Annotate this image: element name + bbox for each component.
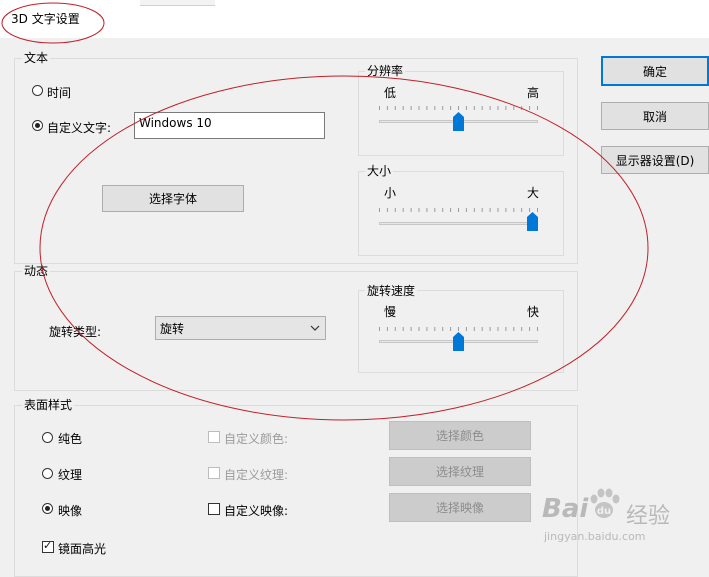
rotation-speed-ticks (379, 327, 538, 331)
rotation-speed-thumb[interactable] (453, 332, 464, 351)
svg-text:du: du (597, 506, 611, 517)
choose-reflection-button[interactable]: 选择映像 (389, 493, 531, 522)
resolution-max-label: 高 (527, 86, 540, 100)
watermark-brand2: 经验 (626, 504, 671, 529)
choose-texture-button[interactable]: 选择纹理 (389, 457, 531, 486)
size-thumb[interactable] (527, 212, 538, 231)
size-min-label: 小 (384, 186, 397, 200)
rotation-type-value: 旋转 (160, 322, 185, 336)
choose-font-button[interactable]: 选择字体 (102, 185, 244, 212)
custom-text-input[interactable]: Windows 10 (134, 112, 325, 139)
custom-text-radio[interactable] (32, 120, 43, 131)
rotation-type-label: 旋转类型: (49, 325, 102, 339)
resolution-thumb[interactable] (453, 112, 464, 131)
custom-texture-label: 自定义纹理: (224, 468, 289, 482)
ok-button[interactable]: 确定 (601, 56, 709, 86)
size-label: 大小 (365, 164, 394, 178)
rotation-type-select[interactable]: 旋转 (155, 316, 326, 340)
solid-radio-label: 纯色 (58, 432, 83, 446)
specular-checkbox[interactable] (42, 539, 54, 553)
time-radio[interactable] (32, 85, 43, 96)
custom-text-radio-label: 自定义文字: (47, 121, 112, 135)
watermark-url: jingyan.baidu.com (544, 530, 646, 543)
motion-group-label: 动态 (22, 264, 51, 278)
reflection-radio-label: 映像 (58, 504, 83, 518)
cancel-button[interactable]: 取消 (601, 102, 709, 130)
rotation-speed-label: 旋转速度 (365, 284, 418, 298)
resolution-ticks (379, 106, 538, 110)
window-title: 3D 文字设置 (11, 12, 80, 26)
custom-color-label: 自定义颜色: (224, 432, 289, 446)
paw-icon: du (590, 488, 620, 518)
size-max-label: 大 (527, 186, 540, 200)
choose-color-button[interactable]: 选择颜色 (389, 421, 531, 450)
surface-group-label: 表面样式 (22, 398, 75, 412)
custom-reflection-checkbox[interactable] (208, 503, 220, 515)
text-group-label: 文本 (22, 51, 51, 65)
watermark-brand-text: Bai (542, 494, 589, 524)
specular-checkbox-label: 镜面高光 (58, 542, 107, 556)
size-ticks (379, 208, 538, 212)
texture-radio[interactable] (42, 468, 53, 479)
solid-radio[interactable] (42, 432, 53, 443)
watermark: Bai du 经验 jingyan.baidu.com (540, 488, 709, 562)
watermark-brand: Bai (542, 494, 588, 524)
custom-texture-checkbox[interactable] (208, 467, 220, 479)
custom-color-checkbox[interactable] (208, 431, 220, 443)
resolution-min-label: 低 (384, 86, 397, 100)
reflection-radio[interactable] (42, 503, 53, 514)
texture-radio-label: 纹理 (58, 468, 83, 482)
time-radio-label: 时间 (47, 86, 72, 100)
background-window-strip (140, 0, 215, 6)
custom-reflection-label: 自定义映像: (224, 504, 289, 518)
display-settings-button[interactable]: 显示器设置(D) (601, 146, 709, 174)
size-track[interactable] (379, 222, 538, 225)
rotation-speed-max-label: 快 (527, 305, 540, 319)
resolution-label: 分辨率 (365, 64, 406, 78)
title-bar[interactable] (0, 0, 709, 38)
chevron-down-icon (310, 325, 320, 331)
rotation-speed-min-label: 慢 (384, 305, 397, 319)
